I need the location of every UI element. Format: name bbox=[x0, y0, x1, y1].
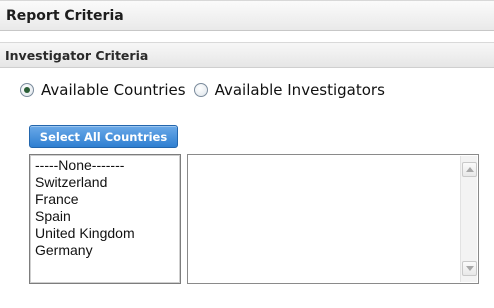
investigator-listbox[interactable] bbox=[187, 154, 479, 284]
country-listbox[interactable]: -----None------- Switzerland France Spai… bbox=[29, 154, 181, 284]
select-all-countries-button[interactable]: Select All Countries bbox=[29, 125, 178, 148]
criteria-mode-radio-group: Available Countries Available Investigat… bbox=[20, 80, 393, 100]
report-criteria-panel: Report Criteria Investigator Criteria Av… bbox=[0, 0, 494, 308]
chevron-down-icon bbox=[465, 266, 474, 271]
available-countries-label[interactable]: Available Countries bbox=[41, 81, 186, 99]
available-investigators-label[interactable]: Available Investigators bbox=[215, 81, 385, 99]
investigator-list-scrollbar[interactable] bbox=[460, 156, 477, 282]
country-option-none[interactable]: -----None------- bbox=[35, 157, 180, 174]
scroll-down-button[interactable] bbox=[462, 261, 477, 276]
radio-selected-dot bbox=[24, 87, 30, 93]
report-criteria-title: Report Criteria bbox=[6, 8, 124, 24]
available-countries-radio[interactable] bbox=[20, 83, 34, 97]
available-investigators-radio[interactable] bbox=[193, 83, 208, 97]
scroll-up-button[interactable] bbox=[462, 162, 477, 177]
investigator-criteria-title: Investigator Criteria bbox=[5, 48, 149, 63]
country-option-spain[interactable]: Spain bbox=[35, 208, 180, 225]
chevron-up-icon bbox=[465, 167, 474, 172]
country-option-switzerland[interactable]: Switzerland bbox=[35, 174, 180, 191]
country-option-germany[interactable]: Germany bbox=[35, 242, 180, 259]
report-criteria-header: Report Criteria bbox=[0, 0, 494, 31]
country-option-united-kingdom[interactable]: United Kingdom bbox=[35, 225, 180, 242]
country-option-france[interactable]: France bbox=[35, 191, 180, 208]
investigator-criteria-header: Investigator Criteria bbox=[0, 42, 494, 68]
